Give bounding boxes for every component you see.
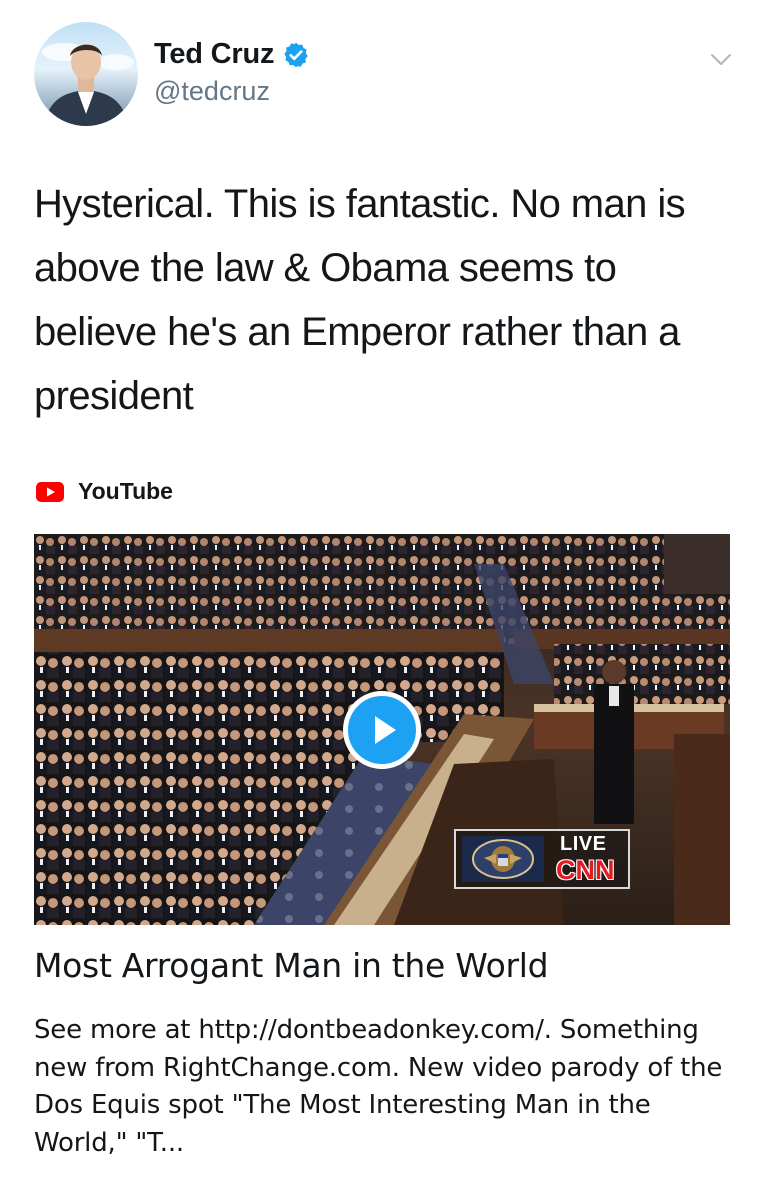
- live-label: LIVE: [560, 833, 607, 855]
- display-name[interactable]: Ted Cruz: [154, 38, 275, 71]
- play-button[interactable]: [343, 691, 421, 769]
- youtube-icon: [36, 481, 64, 502]
- video-thumbnail[interactable]: LIVE CNN: [34, 534, 730, 925]
- avatar[interactable]: [34, 22, 138, 126]
- verified-badge-icon: [282, 41, 310, 69]
- tweet-text: Hysterical. This is fantastic. No man is…: [34, 182, 686, 418]
- card-title[interactable]: Most Arrogant Man in the World: [34, 946, 549, 985]
- live-badge: LIVE CNN: [454, 829, 630, 889]
- card-description: See more at http://dontbeadonkey.com/. S…: [34, 1015, 723, 1158]
- author-handle[interactable]: @tedcruz: [154, 76, 270, 107]
- tweet: Ted Cruz @tedcruz Hysterical. This is fa…: [0, 0, 763, 1200]
- play-icon: [375, 716, 396, 744]
- cnn-logo: CNN: [556, 855, 615, 885]
- chevron-down-icon[interactable]: [706, 44, 736, 74]
- card-source[interactable]: YouTube: [36, 478, 173, 505]
- presidential-seal: [462, 836, 544, 882]
- source-name: YouTube: [78, 478, 173, 504]
- author-name-row: Ted Cruz: [154, 38, 310, 71]
